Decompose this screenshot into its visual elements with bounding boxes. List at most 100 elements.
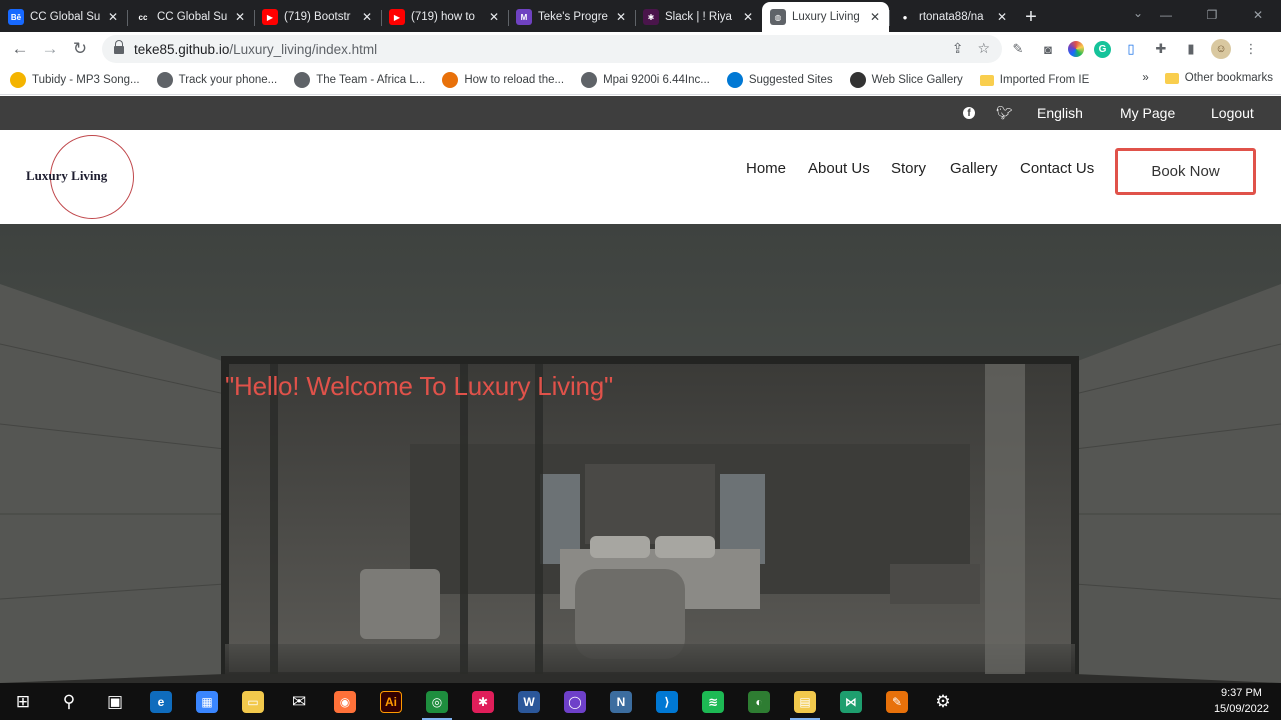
browser-tab[interactable]: ▶ (719) how to ✕ [381, 2, 508, 32]
bookmark-item[interactable]: Tubidy - MP3 Song... [10, 72, 140, 88]
app-globe-icon: ◐ [748, 690, 770, 713]
chevron-down-icon[interactable]: ⌄ [1133, 6, 1143, 20]
twitter-icon[interactable]: 🐦︎ [996, 96, 1013, 130]
taskbar-app[interactable]: Ai [368, 683, 414, 720]
tab-close-icon[interactable]: ✕ [107, 10, 119, 24]
close-window-icon[interactable]: ✕ [1235, 0, 1281, 30]
restore-icon[interactable]: ❐ [1189, 0, 1235, 30]
bookmark-item[interactable]: How to reload the... [442, 72, 564, 88]
tab-title: CC Global Su [157, 11, 228, 23]
taskbar-app[interactable]: ⟩ [644, 683, 690, 720]
taskbar-app[interactable]: ◐ [736, 683, 782, 720]
bing-icon [726, 72, 743, 88]
tab-close-icon[interactable]: ✕ [488, 10, 500, 24]
browser-tab[interactable]: cc CC Global Su ✕ [127, 2, 254, 32]
nav-contact-us[interactable]: Contact Us [1020, 160, 1094, 177]
taskbar-app[interactable]: ◯ [552, 683, 598, 720]
notion-icon: N [610, 690, 632, 713]
other-bookmarks-folder[interactable]: Other bookmarks [1164, 72, 1273, 84]
taskbar-app[interactable]: ✱ [460, 683, 506, 720]
system-clock[interactable]: 9:37 PM 15/09/2022 [1214, 685, 1269, 717]
tab-close-icon[interactable]: ✕ [361, 10, 373, 24]
taskbar-app[interactable]: ▭ [230, 683, 276, 720]
browser-tab[interactable]: ✱ Slack | ! Riya ✕ [635, 2, 762, 32]
tab-title: rtonata88/na [919, 11, 984, 23]
hero-section: "Hello! Welcome To Luxury Living" [0, 224, 1281, 683]
new-tab-button[interactable]: + [1016, 2, 1046, 32]
language-link[interactable]: English [1037, 96, 1083, 130]
back-arrow-icon[interactable]: ← [5, 34, 35, 64]
logout-link[interactable]: Logout [1211, 96, 1254, 130]
bookmark-item[interactable]: Web Slice Gallery [849, 72, 963, 88]
more-bookmarks-button[interactable]: » [1142, 72, 1148, 84]
eyedropper-icon[interactable]: ✎ [1008, 39, 1028, 59]
star-icon[interactable]: ☆ [977, 40, 990, 57]
browser-tab[interactable]: ▶ (719) Bootstr ✕ [254, 2, 381, 32]
tab-title: CC Global Su [30, 11, 101, 23]
taskbar-app[interactable]: ▦ [184, 683, 230, 720]
mail-icon: ✉ [291, 691, 307, 711]
facebook-icon[interactable]: f [963, 96, 975, 130]
my-page-link[interactable]: My Page [1120, 96, 1175, 130]
minimize-icon[interactable]: — [1143, 0, 1189, 30]
cc-icon: cc [135, 9, 151, 25]
extensions-puzzle-icon[interactable]: ✚ [1151, 39, 1171, 59]
site-logo[interactable]: Luxury Living [26, 168, 107, 184]
color-ring-icon[interactable] [1068, 41, 1084, 57]
tab-close-icon[interactable]: ✕ [996, 10, 1008, 24]
bookmark-item[interactable]: The Team - Africa L... [294, 72, 425, 88]
tab-close-icon[interactable]: ✕ [742, 10, 754, 24]
taskbar-app[interactable]: ≋ [690, 683, 736, 720]
tab-close-icon[interactable]: ✕ [234, 10, 246, 24]
profile-avatar[interactable]: ☺ [1211, 39, 1231, 59]
book-now-button[interactable]: Book Now [1115, 148, 1256, 195]
nav-story[interactable]: Story [891, 160, 926, 177]
nav-about-us[interactable]: About Us [808, 160, 870, 177]
reload-icon[interactable]: ↻ [65, 34, 95, 64]
tab-close-icon[interactable]: ✕ [869, 10, 881, 24]
sticky-notes-icon: ▤ [794, 690, 816, 713]
forward-arrow-icon[interactable]: → [35, 34, 65, 64]
nav-gallery[interactable]: Gallery [950, 160, 998, 177]
url-host: teke85.github.io [134, 41, 230, 57]
address-bar[interactable]: teke85.github.io/Luxury_living/index.htm… [102, 35, 1002, 63]
slack-icon: ✱ [643, 9, 659, 25]
browser-tab[interactable]: M Teke's Progre ✕ [508, 2, 635, 32]
taskbar-app[interactable]: ✎ [874, 683, 920, 720]
taskbar-app[interactable]: e [138, 683, 184, 720]
bookmark-item[interactable]: Mpai 9200i 6.44Inc... [581, 72, 710, 88]
browser-tab[interactable]: Bē CC Global Su ✕ [0, 2, 127, 32]
share-icon[interactable]: ⇪ [952, 40, 964, 57]
side-panel-icon[interactable]: ▮ [1181, 39, 1201, 59]
spotify-icon: ≋ [702, 690, 724, 713]
camera-icon[interactable]: ◙ [1038, 39, 1058, 59]
bookmark-item[interactable]: Suggested Sites [726, 72, 833, 88]
tab-title: (719) Bootstr [284, 11, 351, 23]
taskbar-app[interactable]: ◉ [322, 683, 368, 720]
tab-close-icon[interactable]: ✕ [615, 10, 627, 24]
browser-tab[interactable]: ◍ Luxury Living ✕ [762, 2, 889, 32]
grammarly-icon[interactable]: G [1094, 40, 1111, 58]
taskbar-app[interactable]: W [506, 683, 552, 720]
nav-home[interactable]: Home [746, 160, 786, 177]
browser-tab[interactable]: ● rtonata88/na ✕ [889, 2, 1016, 32]
taskbar-app[interactable]: ▣ [92, 683, 138, 720]
taskbar-app[interactable]: ⋈ [828, 683, 874, 720]
bookmark-item[interactable]: Track your phone... [156, 72, 277, 88]
bookmark-item[interactable]: Imported From IE [979, 74, 1089, 86]
taskbar-app[interactable]: ⚙ [920, 683, 966, 720]
paint-icon: ✎ [886, 690, 908, 713]
youtube-icon: ▶ [262, 9, 278, 25]
folder-icon [1164, 72, 1179, 84]
menu-kebab-icon[interactable]: ⋮ [1241, 39, 1261, 59]
taskbar-app[interactable]: ▤ [782, 683, 828, 720]
taskbar-app[interactable]: ◎ [414, 683, 460, 720]
tab-title: Luxury Living [792, 11, 860, 23]
taskbar-app[interactable]: ⊞ [0, 683, 46, 720]
search-icon: ⚲ [62, 691, 76, 711]
clipboard-icon[interactable]: ▯ [1121, 39, 1141, 59]
c3-icon [442, 72, 459, 88]
taskbar-app[interactable]: ✉ [276, 683, 322, 720]
taskbar-app[interactable]: N [598, 683, 644, 720]
taskbar-app[interactable]: ⚲ [46, 683, 92, 720]
